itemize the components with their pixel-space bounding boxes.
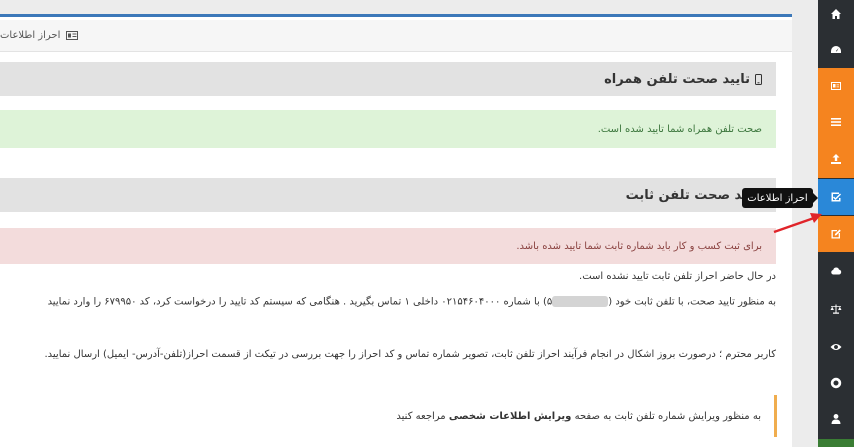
list-icon: [830, 113, 842, 132]
sidebar-item-home[interactable]: [818, 0, 854, 28]
support-icon: [830, 374, 842, 393]
panel-title: احراز اطلاعات: [0, 30, 61, 41]
dashboard-icon: [830, 41, 842, 60]
upload-icon: [830, 150, 842, 169]
sidebar-item-user[interactable]: [818, 402, 854, 436]
mobile-phone-icon: [755, 73, 762, 85]
id-card-icon: [830, 77, 842, 96]
edit-icon: [830, 225, 842, 244]
sidebar-item-id-card[interactable]: [818, 68, 854, 104]
cloud-icon: [830, 262, 842, 281]
sidebar-item-view[interactable]: [818, 330, 854, 364]
mobile-section-title: تایید صحت تلفن همراه: [0, 62, 776, 96]
landline-pending-text: در حال حاضر احراز تلفن ثابت تایید نشده ا…: [579, 271, 776, 282]
eye-icon: [830, 338, 842, 357]
landline-warning-alert: برای ثبت کسب و کار باید شماره ثابت شما ت…: [0, 228, 776, 264]
mobile-success-alert: صحت تلفن همراه شما تایید شده است.: [0, 110, 776, 148]
sidebar-tooltip: احراز اطلاعات: [742, 188, 818, 208]
edit-personal-info-link[interactable]: ویرایش اطلاعات شخصی: [449, 411, 572, 422]
edit-info-note: به منظور ویرایش شماره تلفن ثابت به صفحه …: [300, 395, 777, 437]
annotation-arrow: [773, 213, 822, 234]
user-icon: [830, 410, 842, 429]
check-square-icon: [830, 188, 842, 207]
landline-instruction-text: به منظور تایید صحت، با تلفن ثابت خود (۵)…: [47, 296, 776, 308]
sidebar-item-upload[interactable]: [818, 140, 854, 178]
sidebar-item-cloud[interactable]: [818, 254, 854, 288]
panel-header: احراز اطلاعات: [0, 20, 792, 52]
balance-scale-icon: [830, 300, 842, 319]
sidebar-item-support[interactable]: [818, 366, 854, 400]
landline-problem-text: کاربر محترم ؛ درصورت بروز اشکال در انجام…: [44, 349, 776, 360]
redacted-phone-number: [552, 296, 609, 307]
sidebar-item-balance[interactable]: [818, 292, 854, 326]
sidebar-item-list[interactable]: [818, 104, 854, 140]
sidebar-footer-strip: [818, 439, 854, 447]
id-card-icon: [66, 31, 79, 40]
home-icon: [830, 5, 842, 24]
sidebar-item-dashboard[interactable]: [818, 34, 854, 66]
landline-section-title: تایید صحت تلفن ثابت: [0, 178, 776, 212]
